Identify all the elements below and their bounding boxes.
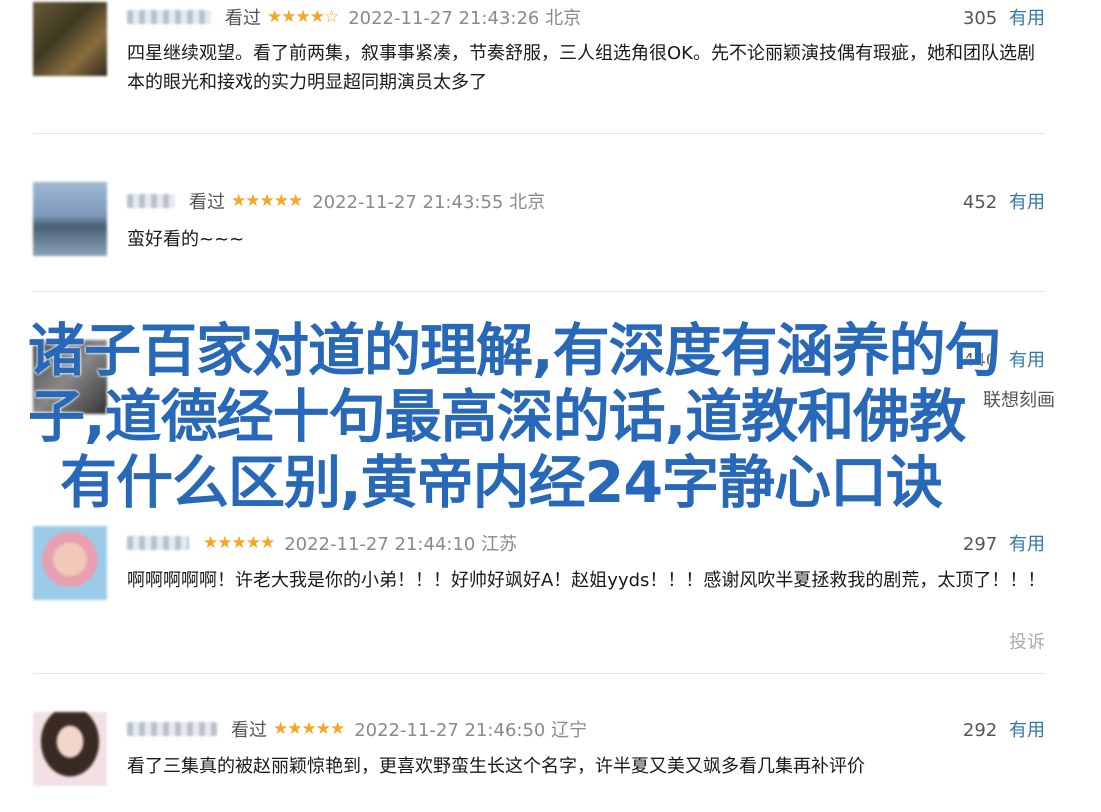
useful-button[interactable]: 有用 — [1009, 8, 1045, 29]
avatar[interactable] — [33, 2, 107, 76]
comment-text-fragment: 联想刻画 — [983, 390, 1055, 411]
seen-label: 看过 — [231, 720, 267, 741]
comment-text: 啊啊啊啊啊！许老大我是你的小弟！！！好帅好飒好A！赵姐yyds！！！感谢风吹半夏… — [127, 570, 1046, 591]
vote-count: 305 — [962, 8, 998, 29]
vote-area: 292 有用 — [963, 716, 1045, 742]
comment-time: 2022-11-27 21:44:10 江苏 — [284, 534, 518, 555]
rating-stars: ★★★★☆ — [267, 7, 339, 27]
useful-button[interactable]: 有用 — [1009, 350, 1045, 371]
vote-area: 452 有用 — [963, 188, 1045, 214]
comment-text: 四星继续观望。看了前两集，叙事事紧凑，节奏舒服，三人组选角很OK。先不论丽颖演技… — [127, 43, 1035, 93]
comment-time: 2022-11-27 21:46:50 辽宁 — [354, 720, 588, 741]
useful-button[interactable]: 有用 — [1009, 192, 1045, 213]
username[interactable] — [127, 722, 217, 736]
useful-button[interactable]: 有用 — [1009, 534, 1045, 555]
seen-label: 看过 — [189, 192, 225, 213]
username[interactable] — [127, 194, 175, 208]
report-link[interactable]: 投诉 — [1009, 628, 1045, 654]
overlay-line-1: 诸子百家对道的理解,有深度有涵养的句 — [28, 318, 1002, 384]
useful-button[interactable]: 有用 — [1009, 720, 1045, 741]
overlay-line-2: 子,道德经十句最高深的话,道教和佛教 — [28, 384, 966, 450]
overlay-line-3: 有什么区别,黄帝内经24字静心口诀 — [60, 450, 943, 516]
vote-count: 297 — [962, 534, 998, 555]
comment-meta: 看过 ★★★★★ 2022-11-27 21:43:55 北京 — [127, 188, 545, 214]
comment-time: 2022-11-27 21:43:55 北京 — [312, 192, 546, 213]
avatar[interactable] — [33, 526, 107, 600]
rating-stars: ★★★★★ — [231, 191, 303, 211]
divider — [33, 291, 1045, 292]
comment-meta: ★★★★★ 2022-11-27 21:44:10 江苏 — [127, 530, 517, 556]
vote-count: 292 — [962, 720, 998, 741]
rating-stars: ★★★★★ — [273, 719, 345, 739]
rating-stars: ★★★★★ — [203, 533, 275, 553]
comment-meta: 看过 ★★★★★ 2022-11-27 21:46:50 辽宁 — [127, 716, 587, 742]
comment-meta: 看过 ★★★★☆ 2022-11-27 21:43:26 北京 — [127, 4, 581, 30]
comment-text: 蛮好看的~~~ — [127, 229, 245, 250]
comment-time: 2022-11-27 21:43:26 北京 — [348, 8, 582, 29]
divider — [33, 133, 1045, 134]
vote-area: 305 有用 — [963, 4, 1045, 30]
avatar[interactable] — [33, 182, 107, 256]
seen-label: 看过 — [225, 8, 261, 29]
vote-count: 452 — [962, 192, 998, 213]
avatar[interactable] — [33, 712, 107, 786]
username[interactable] — [127, 10, 211, 24]
username[interactable] — [127, 536, 189, 550]
divider — [33, 673, 1045, 674]
vote-area: 297 有用 — [963, 530, 1045, 556]
comment-text: 看了三集真的被赵丽颖惊艳到，更喜欢野蛮生长这个名字，许半夏又美又飒多看几集再补评… — [127, 756, 865, 777]
